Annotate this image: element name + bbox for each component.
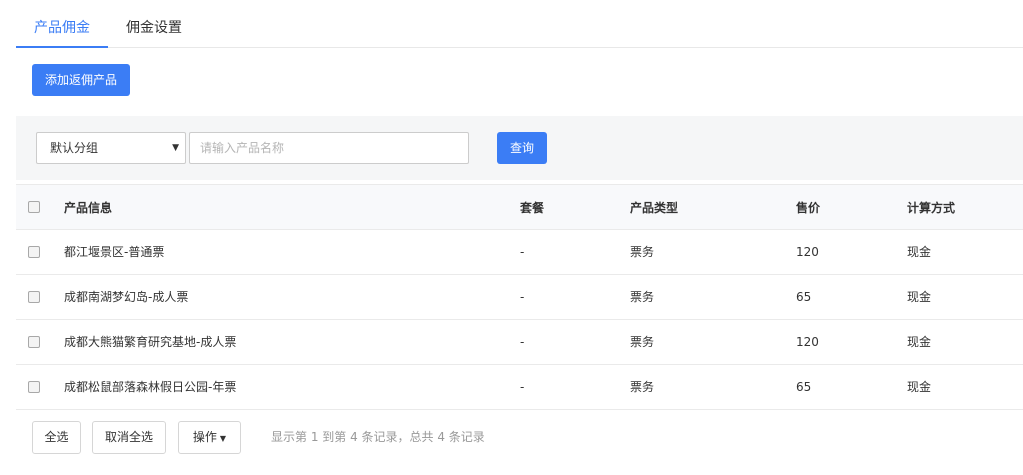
product-package: -: [520, 380, 525, 394]
actions-label: 操作: [192, 430, 217, 444]
deselect-all-button[interactable]: 取消全选: [92, 421, 166, 454]
product-type: 票务: [630, 335, 655, 349]
select-all-button[interactable]: 全选: [32, 421, 81, 454]
table-row: 成都大熊猫繁育研究基地-成人票 - 票务 120 现金: [16, 320, 1023, 365]
filter-bar: 默认分组 ▼ 查询: [16, 116, 1023, 180]
header-price: 售价: [796, 201, 821, 215]
row-checkbox[interactable]: [28, 291, 40, 303]
product-name: 成都大熊猫繁育研究基地-成人票: [64, 335, 237, 349]
caret-down-icon: ▼: [172, 143, 179, 153]
query-button[interactable]: 查询: [497, 132, 547, 164]
row-checkbox[interactable]: [28, 336, 40, 348]
product-package: -: [520, 335, 525, 349]
group-select-value: 默认分组: [50, 141, 99, 155]
product-calc-method: 现金: [907, 245, 932, 259]
product-package: -: [520, 290, 525, 304]
select-all-checkbox[interactable]: [28, 201, 40, 213]
product-type: 票务: [630, 380, 655, 394]
product-price: 65: [796, 380, 812, 394]
row-checkbox[interactable]: [28, 381, 40, 393]
caret-down-icon: ▼: [219, 434, 227, 443]
tab-product-commission[interactable]: 产品佣金: [16, 0, 108, 48]
product-package: -: [520, 245, 525, 259]
product-type: 票务: [630, 245, 655, 259]
record-count-info: 显示第 1 到第 4 条记录，总共 4 条记录: [271, 430, 485, 444]
product-calc-method: 现金: [907, 335, 932, 349]
group-select[interactable]: 默认分组 ▼: [36, 132, 186, 164]
row-checkbox[interactable]: [28, 246, 40, 258]
product-type: 票务: [630, 290, 655, 304]
product-name-search-input[interactable]: [189, 132, 469, 164]
header-package: 套餐: [520, 201, 545, 215]
product-calc-method: 现金: [907, 380, 932, 394]
add-commission-product-button[interactable]: 添加返佣产品: [32, 64, 130, 96]
actions-dropdown-button[interactable]: 操作 ▼: [178, 421, 241, 454]
table-header: 产品信息 套餐 产品类型 售价 计算方式: [16, 184, 1023, 230]
header-calc-method: 计算方式: [907, 201, 956, 215]
table-row: 成都南湖梦幻岛-成人票 - 票务 65 现金: [16, 275, 1023, 320]
tab-commission-settings[interactable]: 佣金设置: [122, 0, 186, 48]
table-footer: 全选 取消全选 操作 ▼ 显示第 1 到第 4 条记录，总共 4 条记录: [32, 421, 732, 454]
product-table: 产品信息 套餐 产品类型 售价 计算方式 都江堰景区-普通票 - 票务 120 …: [16, 184, 1023, 410]
product-name: 成都松鼠部落森林假日公园-年票: [64, 380, 237, 394]
header-product-info: 产品信息: [64, 201, 113, 215]
tab-bar: 产品佣金 佣金设置: [16, 0, 1023, 48]
header-product-type: 产品类型: [630, 201, 679, 215]
product-name: 成都南湖梦幻岛-成人票: [64, 290, 189, 304]
product-price: 65: [796, 290, 812, 304]
table-row: 成都松鼠部落森林假日公园-年票 - 票务 65 现金: [16, 365, 1023, 410]
table-row: 都江堰景区-普通票 - 票务 120 现金: [16, 230, 1023, 275]
product-price: 120: [796, 245, 819, 259]
product-price: 120: [796, 335, 819, 349]
product-calc-method: 现金: [907, 290, 932, 304]
product-name: 都江堰景区-普通票: [64, 245, 165, 259]
